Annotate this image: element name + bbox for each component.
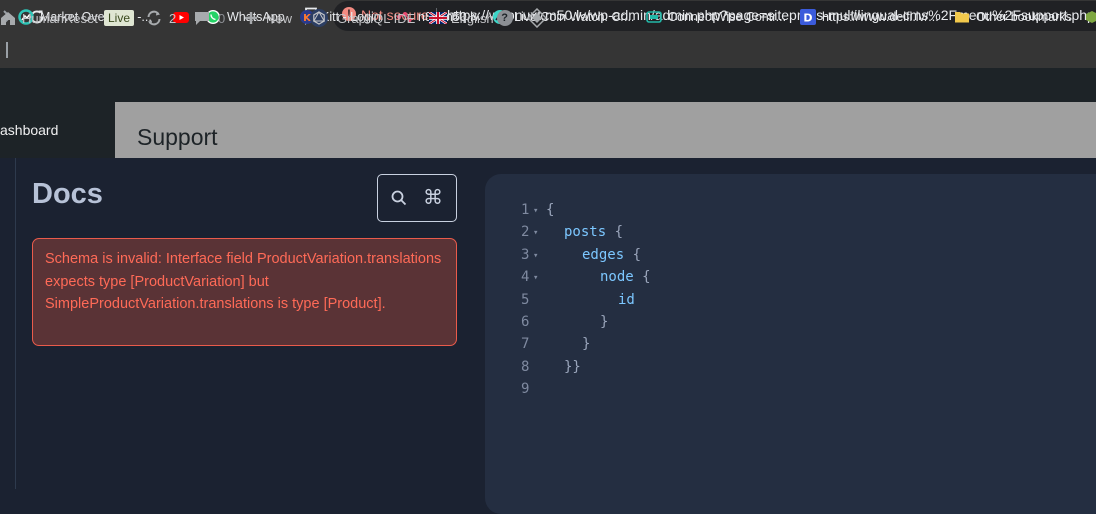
page-header [115,102,1096,158]
query-brace: { [546,202,555,218]
bookmark-label: Other bookmarks [976,10,1072,24]
line-number: 7 [521,336,530,353]
graphql-icon [309,8,329,28]
line-number: 3 [521,246,530,263]
wp-admin-bar [0,68,1096,102]
site-name: HumanReset [22,10,98,26]
query-field: edges [582,246,625,263]
fold-toggle-icon[interactable]: ▾ [533,251,538,261]
diamond-menu[interactable] [526,7,548,29]
help-icon[interactable]: ? [496,10,513,26]
menu-item-dashboard[interactable]: ashboard [0,122,58,138]
bookmarks-bar [0,34,1096,68]
query-brace: } [600,314,609,330]
comment-icon [194,10,210,26]
docs-title: Docs [32,178,103,210]
fold-toggle-icon[interactable]: ▾ [533,228,538,238]
bookmark-youtube[interactable] [173,8,195,26]
line-number: 6 [521,314,530,330]
plugin-panel-divider [15,158,16,489]
graphql-ide-link[interactable]: GraphQL IDE [309,8,416,28]
code-text: id [618,292,635,308]
updates-link[interactable]: 2 [145,10,176,26]
language-label: English [451,10,494,26]
plus-icon [243,10,259,26]
graphql-ide-label: GraphQL IDE [337,10,416,26]
uk-flag-icon [428,11,448,25]
bookmark-label: https://www.delfi.lv/... [822,10,939,24]
extension-icon [1084,9,1096,25]
connectwise-icon [646,9,662,25]
site-home-link[interactable]: HumanReset [0,10,98,26]
home-icon [0,10,16,26]
line-number: 4 [521,269,530,286]
comments-count: 0 [218,10,226,26]
svg-text:D: D [803,12,812,25]
refresh-icon [145,9,163,27]
query-brace: }} [564,358,581,375]
code-text: } [582,336,590,352]
new-label: New [266,10,293,26]
code-text: posts { [564,224,623,240]
search-icon [391,190,407,206]
schema-error-box: Schema is invalid: Interface field Produ… [32,238,457,346]
delfi-icon: D [800,9,816,25]
bookmark-delfi[interactable]: D https://www.delfi.lv/... [800,8,939,26]
page-title: Support [137,124,218,150]
line-number: 5 [521,291,530,308]
live-badge: Live [104,10,135,26]
diamond-icon [526,7,548,29]
command-key-icon: ⌘ [423,187,443,209]
schema-error-message: Schema is invalid: Interface field Produ… [45,251,442,312]
bookmark-live-coin-watch[interactable]: Live Coin Watch: Cr... [492,8,634,26]
live-badge-label: Live [104,10,135,26]
query-field: id [618,291,635,308]
new-content-link[interactable]: New [243,10,292,26]
docs-search-button[interactable]: ⌘ [377,174,457,222]
query-brace: { [624,246,642,263]
line-number: 8 [521,358,530,375]
comments-link[interactable]: 0 [194,10,225,26]
fold-toggle-icon[interactable]: ▾ [533,206,538,216]
code-text: { [546,202,554,218]
folder-icon [954,9,970,25]
code-text: edges { [582,247,641,263]
line-number: 1 [521,202,530,218]
query-field: posts [564,224,607,241]
line-number: 9 [521,381,530,398]
code-text: node { [600,269,651,285]
updates-count: 2 [169,10,177,26]
code-text: }} [564,359,581,375]
fold-toggle-icon[interactable]: ▾ [533,273,538,283]
query-brace: } [582,336,591,353]
query-brace: { [633,269,651,286]
code-text: } [600,314,608,330]
bookmark-label: ConnectWise Contr... [668,10,787,24]
query-field: node [600,269,634,286]
bookmark-overflow[interactable] [1084,8,1096,26]
bookmarks-divider [6,42,8,58]
line-number: 2 [521,224,530,241]
query-brace: { [606,224,624,241]
bookmark-connectwise[interactable]: ConnectWise Contr... [646,8,786,26]
bookmark-other-folder[interactable]: Other bookmarks [954,8,1072,26]
language-switcher[interactable]: English ? [428,10,513,26]
